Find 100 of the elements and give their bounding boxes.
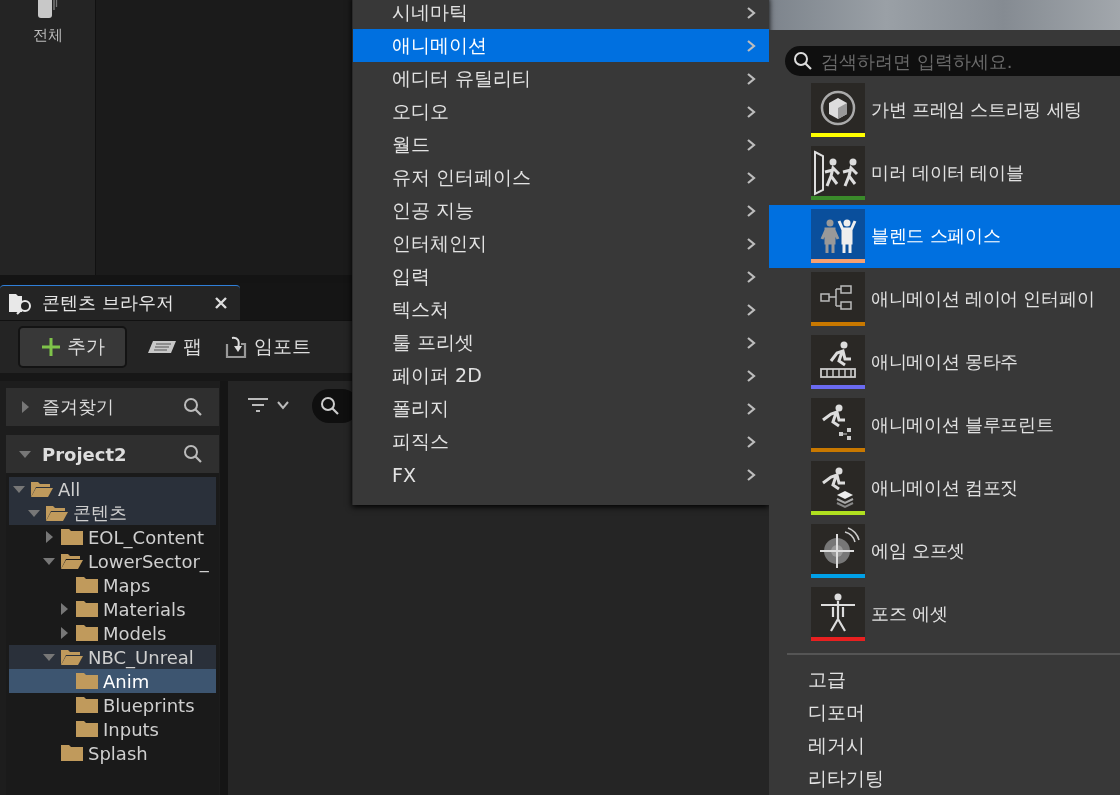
filter-icon[interactable] <box>246 395 270 415</box>
open-folder-icon <box>60 648 84 666</box>
chevron-icon <box>746 335 756 350</box>
search-icon <box>320 396 340 416</box>
menu-item[interactable]: 애니메이션 몽타주 <box>769 330 1120 394</box>
menu-item[interactable]: 애니메이션 블루프린트 <box>769 393 1120 457</box>
tree-row[interactable]: Models <box>9 621 216 645</box>
chevron-icon <box>746 302 756 317</box>
tree-row[interactable]: Maps <box>9 573 216 597</box>
folder-name: NBC_Unreal <box>88 646 194 668</box>
chevron-icon <box>746 203 756 218</box>
chevron-icon <box>746 368 756 383</box>
tree-row[interactable]: Materials <box>9 597 216 621</box>
tree-row[interactable]: Anim <box>9 669 216 693</box>
folder-icon <box>75 696 99 714</box>
crosshair-icon <box>811 523 865 574</box>
import-icon <box>224 335 248 359</box>
menu-item[interactable]: 미러 데이터 테이블 <box>769 141 1120 205</box>
tree-row[interactable]: NBC_Unreal <box>9 645 216 669</box>
menu-item[interactable]: 애니메이션 <box>353 29 769 62</box>
folder-name: Maps <box>103 574 151 596</box>
folder-name: EOL_Content <box>88 526 205 548</box>
menu-item[interactable]: 페이퍼 2D <box>353 359 769 392</box>
chevron-icon <box>746 434 756 449</box>
add-button[interactable]: 추가 <box>18 326 127 368</box>
menu-item[interactable]: 텍스처 <box>353 293 769 326</box>
menu-item[interactable]: 폴리지 <box>353 392 769 425</box>
folder-icon <box>75 600 99 618</box>
tree-row[interactable]: 콘텐츠 <box>9 501 216 525</box>
open-folder-icon <box>45 504 69 522</box>
menu-item[interactable]: 에임 오프셋 <box>769 519 1120 583</box>
menu-item[interactable]: 입력 <box>353 260 769 293</box>
folder-icon <box>75 576 99 594</box>
folder-icon <box>60 528 84 546</box>
menu-item[interactable]: 월드 <box>353 128 769 161</box>
chevron-icon <box>746 170 756 185</box>
runner-track-icon <box>811 335 865 385</box>
menu-item[interactable]: 인터체인지 <box>353 227 769 260</box>
panel-label[interactable]: 전체 <box>32 26 63 45</box>
tree-row[interactable]: Blueprints <box>9 693 216 717</box>
menu-item[interactable]: 툴 프리셋 <box>353 326 769 359</box>
tree-row[interactable]: Inputs <box>9 717 216 741</box>
runner-layers-icon <box>811 460 865 511</box>
folder-name: 콘텐츠 <box>73 501 127 525</box>
menu-item[interactable]: 리타기팅 <box>769 762 1120 795</box>
open-folder-icon <box>60 552 84 570</box>
search-icon <box>793 51 813 71</box>
skeleton-icon <box>811 586 865 637</box>
tree-row[interactable]: LowerSector_ <box>9 549 216 573</box>
chevron-icon <box>746 269 756 284</box>
menu-item[interactable]: 피직스 <box>353 425 769 458</box>
menu-item[interactable]: 블렌드 스페이스 <box>769 204 1120 268</box>
menu-item[interactable]: 시네마틱 <box>353 0 769 29</box>
content-browser-tab[interactable]: 콘텐츠 브라우저 <box>0 285 240 320</box>
menu-item[interactable]: 가변 프레임 스트리핑 세팅 <box>769 79 1120 142</box>
dropdown-chevron-icon[interactable] <box>276 400 290 410</box>
folder-name: Blueprints <box>103 694 195 716</box>
cube-icon <box>811 83 865 134</box>
chevron-icon <box>746 71 756 86</box>
folder-name: All <box>58 478 81 500</box>
menu-item[interactable]: 에디터 유틸리티 <box>353 62 769 95</box>
menu-item[interactable]: 레거시 <box>769 729 1120 762</box>
section-title: 즐겨찾기 <box>42 395 115 419</box>
tree-row[interactable]: Splash <box>9 741 216 765</box>
menu-item[interactable]: 인공 지능 <box>353 194 769 227</box>
folder-name: LowerSector_ <box>88 550 209 572</box>
plus-icon <box>40 337 61 357</box>
open-folder-icon <box>30 480 54 498</box>
menu-item[interactable]: 고급 <box>769 663 1120 696</box>
menu-item[interactable]: FX <box>353 458 769 491</box>
folder-name: Inputs <box>103 718 159 740</box>
chevron-icon <box>746 401 756 416</box>
mirror-figures-icon <box>811 146 865 197</box>
menu-item[interactable]: 포즈 에셋 <box>769 582 1120 645</box>
folder-name: Splash <box>88 742 148 764</box>
menu-item[interactable]: 유저 인터페이스 <box>353 161 769 194</box>
folder-icon <box>75 672 99 690</box>
search-icon <box>183 397 203 417</box>
folder-icon <box>75 624 99 642</box>
favorites-header[interactable]: 즐겨찾기 <box>6 388 219 426</box>
chevron-icon <box>746 38 756 53</box>
menu-item[interactable]: 오디오 <box>353 95 769 128</box>
chevron-icon <box>746 104 756 119</box>
folder-name: Models <box>103 622 167 644</box>
logo-icon <box>147 340 177 354</box>
tree-row[interactable]: EOL_Content <box>9 525 216 549</box>
tab-title: 콘텐츠 브라우저 <box>42 291 175 315</box>
fab-button[interactable]: 팹 <box>145 330 204 364</box>
menu-item[interactable]: 애니메이션 컴포짓 <box>769 456 1120 520</box>
chevron-icon <box>746 5 756 20</box>
import-button[interactable]: 임포트 <box>222 330 313 364</box>
runner-nodes-icon <box>811 397 865 448</box>
tree-row[interactable]: All <box>9 477 216 501</box>
menu-item[interactable]: 애니메이션 레이어 인터페이 <box>769 267 1120 331</box>
folder-name: Materials <box>103 598 186 620</box>
close-icon[interactable] <box>214 296 228 310</box>
search-field[interactable]: 검색하려면 입력하세요. <box>785 46 1120 76</box>
menu-item[interactable]: 디포머 <box>769 696 1120 729</box>
chevron-icon <box>746 236 756 251</box>
project-header[interactable]: Project2 <box>6 435 219 473</box>
